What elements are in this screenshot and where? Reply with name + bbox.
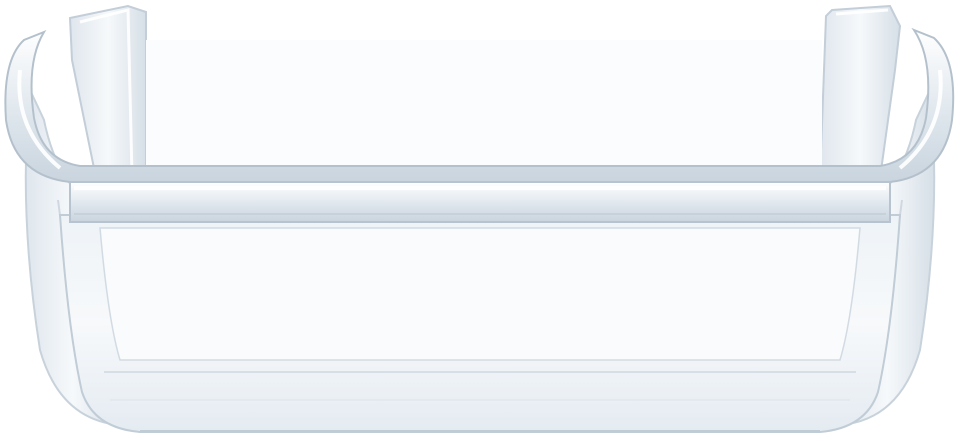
right-back-post <box>818 4 902 179</box>
product-photo <box>0 0 960 441</box>
front-panel <box>58 214 902 433</box>
door-bin-illustration <box>4 4 955 433</box>
left-back-post <box>68 4 147 179</box>
inner-back-wall <box>146 40 822 180</box>
